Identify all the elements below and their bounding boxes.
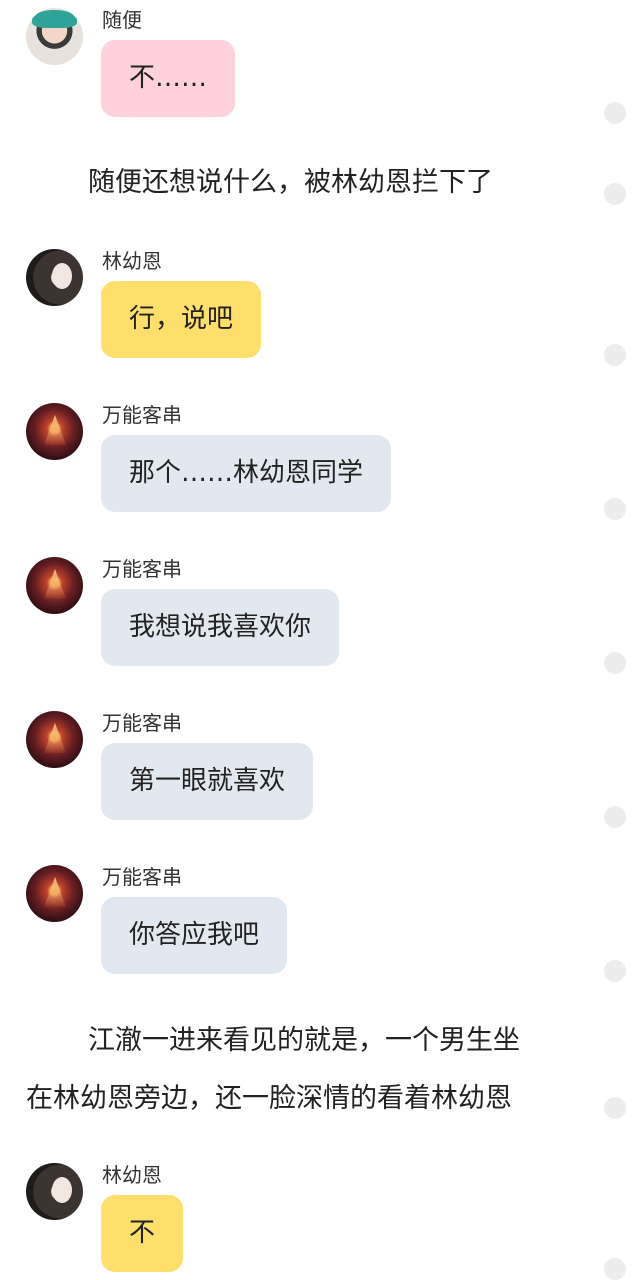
message-bubble[interactable]: 我想说我喜欢你 xyxy=(101,589,340,666)
chat-story-page: 随便 不…… 随便还想说什么，被林幼恩拦下了 林幼恩 行，说吧 万能客串 那个…… xyxy=(0,0,640,1280)
narration-line: 江澈一进来看见的就是，一个男生坐 xyxy=(88,1025,520,1056)
avatar-wanneng[interactable] xyxy=(26,865,83,922)
sender-name: 林幼恩 xyxy=(102,249,162,273)
message-bubble[interactable]: 那个……林幼恩同学 xyxy=(101,435,392,512)
message-bubble[interactable]: 你答应我吧 xyxy=(101,897,288,974)
select-dot[interactable] xyxy=(604,652,626,674)
sender-name: 万能客串 xyxy=(102,865,182,889)
message-bubble[interactable]: 第一眼就喜欢 xyxy=(101,743,314,820)
select-dot[interactable] xyxy=(604,806,626,828)
avatar-lin[interactable] xyxy=(26,1163,83,1220)
message-bubble[interactable]: 不 xyxy=(101,1195,184,1272)
select-dot[interactable] xyxy=(604,1097,626,1119)
select-dot[interactable] xyxy=(604,960,626,982)
select-dot[interactable] xyxy=(604,102,626,124)
avatar-wanneng[interactable] xyxy=(26,403,83,460)
narration-text: 江澈一进来看见的就是，一个男生坐 在林幼恩旁边，还一脸深情的看着林幼恩 xyxy=(26,1012,586,1128)
avatar-wanneng[interactable] xyxy=(26,557,83,614)
sender-name: 万能客串 xyxy=(102,557,182,581)
avatar-wanneng[interactable] xyxy=(26,711,83,768)
narration-line: 在林幼恩旁边，还一脸深情的看着林幼恩 xyxy=(26,1083,512,1114)
narration-text: 随便还想说什么，被林幼恩拦下了 xyxy=(88,167,493,198)
message-bubble[interactable]: 行，说吧 xyxy=(101,281,262,358)
select-dot[interactable] xyxy=(604,183,626,205)
sender-name: 林幼恩 xyxy=(102,1163,162,1187)
select-dot[interactable] xyxy=(604,1258,626,1280)
sender-name: 万能客串 xyxy=(102,711,182,735)
message-bubble[interactable]: 不…… xyxy=(101,40,236,117)
avatar-suibian[interactable] xyxy=(26,8,83,65)
avatar-lin[interactable] xyxy=(26,249,83,306)
select-dot[interactable] xyxy=(604,498,626,520)
select-dot[interactable] xyxy=(604,344,626,366)
sender-name: 随便 xyxy=(102,8,142,32)
sender-name: 万能客串 xyxy=(102,403,182,427)
